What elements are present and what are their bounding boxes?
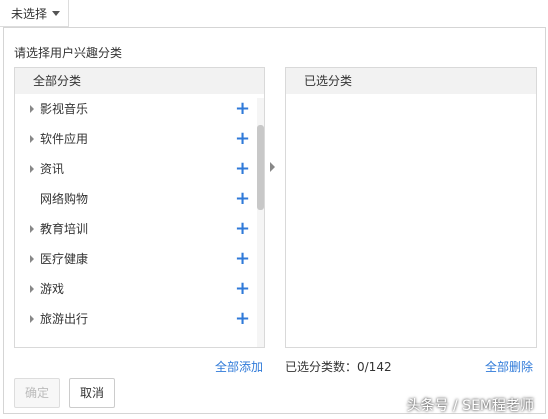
delete-all-link[interactable]: 全部删除	[485, 358, 533, 375]
category-item[interactable]: 软件应用 +	[15, 124, 264, 154]
expand-arrow-icon[interactable]	[30, 315, 34, 323]
dropdown-label: 未选择	[11, 6, 48, 21]
interest-dropdown[interactable]: 未选择	[0, 0, 69, 27]
category-label: 旅游出行	[40, 312, 89, 326]
add-icon[interactable]: +	[235, 304, 250, 334]
category-list: 影视音乐 + 软件应用 + 资讯 + 网络购物 + 教育培训 + 医疗健康 + …	[15, 94, 264, 347]
category-item[interactable]: 医疗健康 +	[15, 244, 264, 274]
selected-categories-header: 已选分类	[286, 68, 536, 94]
category-label: 游戏	[40, 282, 65, 296]
add-icon[interactable]: +	[235, 184, 250, 214]
scrollbar-thumb[interactable]	[257, 125, 264, 210]
move-right-arrow-icon	[270, 162, 275, 172]
cancel-button[interactable]: 取消	[69, 378, 115, 408]
selected-categories-box: 已选分类	[285, 67, 537, 348]
add-icon[interactable]: +	[235, 94, 250, 124]
expand-arrow-icon[interactable]	[30, 135, 34, 143]
category-label: 软件应用	[40, 132, 89, 146]
category-item[interactable]: 旅游出行 +	[15, 304, 264, 334]
all-categories-header: 全部分类	[15, 68, 264, 94]
panel-prompt: 请选择用户兴趣分类	[14, 46, 123, 60]
add-icon[interactable]: +	[235, 244, 250, 274]
category-item[interactable]: 资讯 +	[15, 154, 264, 184]
expand-arrow-icon[interactable]	[30, 165, 34, 173]
add-icon[interactable]: +	[235, 274, 250, 304]
category-label: 教育培训	[40, 222, 89, 236]
interest-panel: 请选择用户兴趣分类 全部分类 影视音乐 + 软件应用 + 资讯 + 网络购物 +…	[3, 27, 546, 414]
category-item[interactable]: 游戏 +	[15, 274, 264, 304]
category-item[interactable]: 网络购物 +	[15, 184, 264, 214]
add-icon[interactable]: +	[235, 124, 250, 154]
category-label: 资讯	[40, 162, 65, 176]
category-label: 网络购物	[40, 192, 89, 206]
category-label: 医疗健康	[40, 252, 89, 266]
category-label: 影视音乐	[40, 102, 89, 116]
expand-arrow-icon[interactable]	[30, 255, 34, 263]
watermark: 头条号 / SEM程老师	[406, 398, 534, 414]
all-categories-box: 全部分类 影视音乐 + 软件应用 + 资讯 + 网络购物 + 教育培训 + 医疗…	[14, 67, 265, 348]
add-all-link[interactable]: 全部添加	[215, 358, 263, 375]
expand-arrow-icon[interactable]	[30, 225, 34, 233]
confirm-button[interactable]: 确定	[14, 378, 60, 408]
add-icon[interactable]: +	[235, 154, 250, 184]
expand-arrow-icon[interactable]	[30, 285, 34, 293]
add-icon[interactable]: +	[235, 214, 250, 244]
caret-down-icon	[52, 11, 61, 16]
selected-count: 已选分类数：0/142	[285, 360, 392, 374]
category-item[interactable]: 影视音乐 +	[15, 94, 264, 124]
expand-arrow-icon[interactable]	[30, 105, 34, 113]
category-item[interactable]: 教育培训 +	[15, 214, 264, 244]
